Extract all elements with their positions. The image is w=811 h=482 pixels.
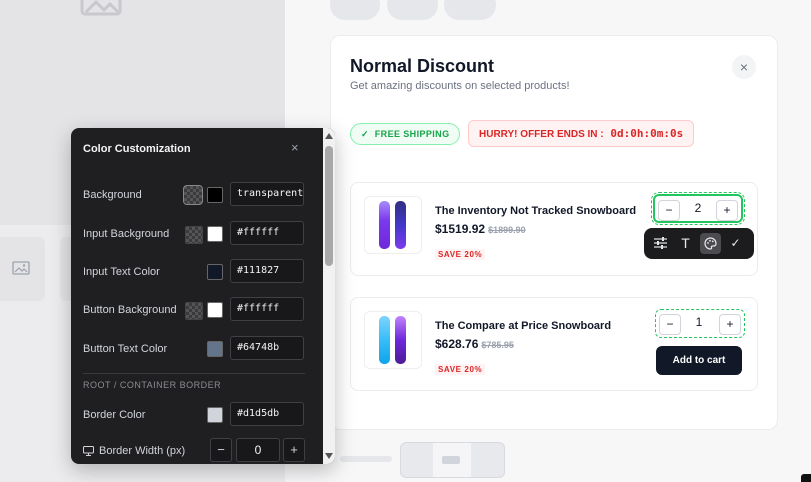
quantity-stepper: − 2 + — [651, 192, 745, 225]
color-label: Input Text Color — [83, 266, 160, 278]
color-label: Border Color — [83, 409, 146, 421]
free-shipping-label: FREE SHIPPING — [374, 129, 450, 139]
offer-subtitle: Get amazing discounts on selected produc… — [350, 80, 570, 92]
palette-icon[interactable] — [700, 233, 721, 254]
product-name: The Compare at Price Snowboard — [435, 320, 612, 332]
countdown-timer: 0d:0h:0m:0s — [610, 127, 684, 140]
product-price: $1519.92 $1899.90 — [435, 222, 526, 236]
quantity-value[interactable]: 1 — [684, 315, 714, 329]
decrease-button[interactable]: − — [659, 314, 681, 335]
product-image — [364, 196, 422, 254]
pill-tab[interactable] — [444, 0, 496, 20]
color-row-input-background: Input Background #ffffff — [83, 221, 309, 247]
price-value: $628.76 — [435, 337, 479, 351]
color-row-button-background: Button Background #ffffff — [83, 297, 309, 323]
border-width-label: Border Width (px) — [99, 445, 186, 457]
compare-price: $1899.90 — [488, 225, 526, 235]
color-swatch[interactable] — [207, 341, 223, 357]
color-row-background: Background transparent — [83, 182, 309, 208]
border-width-row: Border Width (px) − 0 + — [83, 438, 309, 464]
pill-tab[interactable] — [330, 0, 380, 20]
quantity-stepper: − 1 + — [655, 309, 745, 338]
close-button[interactable]: × — [732, 55, 756, 79]
quantity-value[interactable]: 2 — [683, 201, 713, 215]
increase-button[interactable]: + — [716, 200, 738, 221]
color-label: Background — [83, 189, 142, 201]
color-customization-panel: Color Customization × Background transpa… — [71, 128, 335, 464]
transparent-swatch[interactable] — [185, 226, 203, 244]
color-swatch[interactable] — [207, 302, 223, 318]
save-badge: SAVE 20% — [435, 364, 486, 375]
monitor-icon — [83, 446, 94, 456]
divider — [83, 373, 305, 374]
decrease-button[interactable]: − — [658, 200, 680, 221]
scroll-down-icon[interactable] — [325, 453, 333, 459]
border-width-decrease[interactable]: − — [210, 438, 232, 462]
color-input[interactable]: #64748b — [230, 336, 304, 360]
image-placeholder-icon — [80, 0, 122, 16]
border-width-input[interactable]: 0 — [236, 438, 280, 462]
color-swatch[interactable] — [207, 264, 223, 280]
product-price: $628.76 $785.95 — [435, 337, 514, 351]
hurry-label: HURRY! OFFER ENDS IN : — [479, 129, 604, 140]
transparent-swatch[interactable] — [183, 185, 203, 205]
color-swatch[interactable] — [207, 407, 223, 423]
bottom-control[interactable] — [400, 442, 505, 478]
pill-tab[interactable] — [387, 0, 438, 20]
offer-title: Normal Discount — [350, 56, 495, 76]
snowboard-image — [379, 316, 390, 364]
check-icon: ✓ — [361, 129, 369, 139]
thumbnail[interactable] — [0, 237, 45, 301]
snowboard-image — [395, 201, 406, 249]
color-input[interactable]: #ffffff — [230, 297, 304, 321]
transparent-swatch[interactable] — [185, 302, 203, 320]
product-item: The Compare at Price Snowboard $628.76 $7… — [350, 297, 758, 391]
snowboard-image — [395, 316, 406, 364]
corner-element — [801, 474, 811, 482]
countdown-badge: HURRY! OFFER ENDS IN : 0d:0h:0m:0s — [468, 120, 695, 147]
scroll-thumb[interactable] — [325, 146, 333, 266]
compare-price: $785.95 — [481, 340, 514, 350]
bottom-handle — [340, 456, 392, 462]
color-row-input-text: Input Text Color #111827 — [83, 259, 309, 285]
add-to-cart-button[interactable]: Add to cart — [656, 346, 742, 375]
color-input[interactable]: transparent — [230, 182, 304, 206]
color-swatch[interactable] — [207, 226, 223, 242]
text-icon[interactable]: T — [675, 233, 696, 254]
element-toolbar: T ✓ — [644, 228, 754, 259]
product-name: The Inventory Not Tracked Snowboard — [435, 205, 637, 217]
color-label: Button Text Color — [83, 343, 168, 355]
color-row-button-text: Button Text Color #64748b — [83, 336, 309, 362]
color-row-border: Border Color #d1d5db — [83, 402, 309, 428]
border-width-increase[interactable]: + — [283, 438, 305, 462]
panel-scrollbar[interactable] — [323, 128, 335, 464]
color-input[interactable]: #111827 — [230, 259, 304, 283]
price-value: $1519.92 — [435, 222, 486, 236]
increase-button[interactable]: + — [719, 314, 741, 335]
image-icon — [12, 261, 30, 275]
color-swatch[interactable] — [207, 187, 223, 203]
color-input[interactable]: #ffffff — [230, 221, 304, 245]
sliders-icon[interactable] — [650, 233, 671, 254]
scroll-up-icon[interactable] — [325, 133, 333, 139]
free-shipping-badge: ✓ FREE SHIPPING — [350, 123, 461, 145]
save-badge: SAVE 20% — [435, 249, 486, 260]
panel-close-button[interactable]: × — [291, 140, 299, 155]
color-input[interactable]: #d1d5db — [230, 402, 304, 426]
panel-title: Color Customization — [83, 143, 191, 155]
product-image — [364, 311, 422, 369]
color-label: Input Background — [83, 228, 170, 240]
color-label: Button Background — [83, 304, 177, 316]
snowboard-image — [379, 201, 390, 249]
close-icon: × — [739, 59, 749, 75]
check-icon[interactable]: ✓ — [725, 233, 746, 254]
section-label: ROOT / CONTAINER BORDER — [83, 380, 222, 390]
